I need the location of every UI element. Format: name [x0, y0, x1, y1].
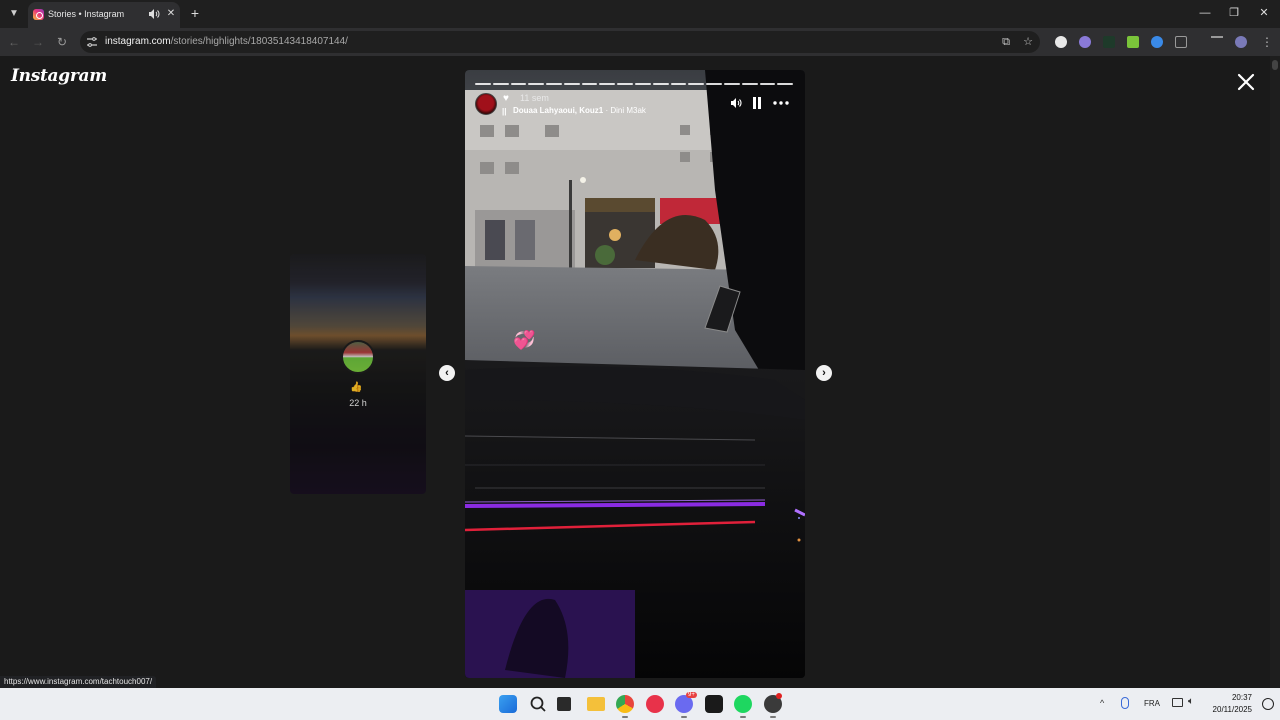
story-progress-segment [706, 83, 722, 85]
tab-title: Stories • Instagram [48, 9, 125, 19]
story-music-credit[interactable]: Douaa Lahyaoui, Kouz1 · Dini M3ak [513, 106, 646, 115]
spotify-running-indicator [740, 716, 746, 718]
back-arrow-icon[interactable]: ← [6, 34, 22, 50]
story-progress-segment [617, 83, 634, 85]
app-red-icon[interactable] [646, 695, 664, 713]
music-bars-icon: || [502, 107, 507, 116]
story-progress-segment [777, 83, 794, 85]
minimize-icon[interactable]: — [1190, 4, 1220, 22]
story-progress-segment [688, 83, 705, 85]
extensions-puzzle-icon[interactable] [1175, 36, 1187, 48]
previous-story-arrow-icon[interactable]: ‹ [439, 365, 455, 381]
input-language[interactable]: FRA [1144, 699, 1160, 708]
instagram-story-viewer: Instagram 👍 22 h ‹ ♥ 11 sem || Douaa Lah… [0, 56, 1280, 688]
reading-list-icon[interactable] [1211, 36, 1223, 44]
previous-story-overlay [290, 254, 426, 494]
chrome-active-indicator [622, 716, 628, 718]
start-windows-icon[interactable] [499, 695, 517, 713]
story-progress-segment [759, 83, 776, 85]
highlight-heart-icon: ♥ [503, 93, 509, 104]
story-progress-segment [492, 83, 509, 85]
browser-tab[interactable]: Stories • Instagram ✕ [28, 2, 180, 28]
tab-strip: ▼ Stories • Instagram ✕ + — ❐ ✕ [0, 0, 1280, 28]
tray-chevron-up-icon[interactable]: ^ [1100, 698, 1104, 708]
story-progress-segment [670, 83, 687, 85]
site-info-icon[interactable] [86, 36, 98, 48]
clock-time[interactable]: 20:37 [1208, 693, 1252, 702]
forward-arrow-icon[interactable]: → [30, 34, 46, 50]
hearts-sticker: 💞 [513, 330, 536, 350]
close-icon[interactable] [1234, 70, 1258, 94]
story-video-frame [465, 70, 805, 678]
extension-4-icon[interactable] [1127, 36, 1139, 48]
story-progress-segment [652, 83, 669, 85]
bookmark-star-icon[interactable]: ☆ [1022, 36, 1034, 48]
extension-3-icon[interactable] [1103, 36, 1115, 48]
extension-1-icon[interactable] [1055, 36, 1067, 48]
previous-story-emoji: 👍 [350, 382, 363, 393]
app-running-indicator [770, 716, 776, 718]
status-bar-link-url: https://www.instagram.com/tachtouch007/ [0, 676, 157, 688]
new-tab-button[interactable]: + [186, 4, 204, 22]
volume-icon[interactable] [730, 97, 742, 109]
tab-search-button[interactable]: ▼ [6, 6, 22, 22]
tab-close-icon[interactable]: ✕ [165, 7, 177, 21]
search-icon[interactable] [529, 695, 547, 713]
discord-running-indicator [681, 716, 687, 718]
browser-menu-icon[interactable]: ⋮ [1259, 34, 1275, 50]
pause-icon[interactable] [752, 97, 762, 109]
discord-badge: 9+ [686, 692, 697, 698]
story-progress-segment [546, 83, 562, 85]
story-progress-segment [581, 83, 598, 85]
extension-5-icon[interactable] [1151, 36, 1163, 48]
tab-audio-icon[interactable] [148, 8, 160, 20]
instagram-favicon-icon [33, 9, 44, 20]
chrome-icon[interactable] [616, 695, 634, 713]
page-scrollbar[interactable] [1270, 56, 1280, 688]
story-frame[interactable]: ♥ 11 sem || Douaa Lahyaoui, Kouz1 · Dini… [465, 70, 805, 678]
browser-toolbar: ← → ↻ instagram.com/stories/highlights/1… [0, 28, 1280, 56]
story-author-avatar[interactable] [475, 93, 497, 115]
story-timestamp: 11 sem [520, 93, 549, 103]
clock-date[interactable]: 20/11/2025 [1206, 705, 1252, 714]
story-progress-segment [635, 83, 651, 85]
profile-avatar[interactable] [1235, 36, 1247, 48]
story-progress-segment [741, 83, 758, 85]
story-progress-segment [723, 83, 740, 85]
story-progress-segment [528, 83, 545, 85]
instagram-logo[interactable]: Instagram [11, 66, 107, 86]
story-progress-bar [475, 83, 794, 85]
notifications-icon[interactable] [1262, 698, 1274, 710]
extension-2-icon[interactable] [1079, 36, 1091, 48]
network-icon[interactable] [1172, 698, 1183, 707]
notification-dot [776, 693, 782, 699]
microphone-icon[interactable] [1121, 697, 1129, 709]
restore-icon[interactable]: ❐ [1219, 4, 1249, 22]
install-app-icon[interactable]: ⧉ [1000, 36, 1012, 48]
address-bar[interactable]: instagram.com/stories/highlights/1803514… [80, 31, 1040, 53]
url-text: instagram.com/stories/highlights/1803514… [105, 36, 348, 47]
task-view-icon[interactable] [557, 697, 571, 711]
more-options-icon[interactable] [773, 101, 789, 105]
window-close-icon[interactable]: ✕ [1249, 4, 1279, 22]
speaker-icon[interactable]: 🔈︎ [1188, 696, 1194, 707]
story-progress-segment [475, 83, 491, 85]
previous-story-time: 22 h [349, 398, 367, 408]
previous-story-card[interactable]: 👍 22 h [290, 254, 426, 494]
previous-story-avatar[interactable] [341, 340, 375, 374]
next-story-arrow-icon[interactable]: › [816, 365, 832, 381]
story-progress-segment [510, 83, 527, 85]
reload-icon[interactable]: ↻ [54, 34, 70, 50]
spotify-icon[interactable] [734, 695, 752, 713]
file-explorer-icon[interactable] [587, 697, 605, 711]
story-progress-segment [563, 83, 580, 85]
windows-taskbar: 9+ ^ FRA 🔈︎ 20:37 20/11/2025 [0, 688, 1280, 720]
story-progress-segment [599, 83, 616, 85]
capcut-icon[interactable] [705, 695, 723, 713]
